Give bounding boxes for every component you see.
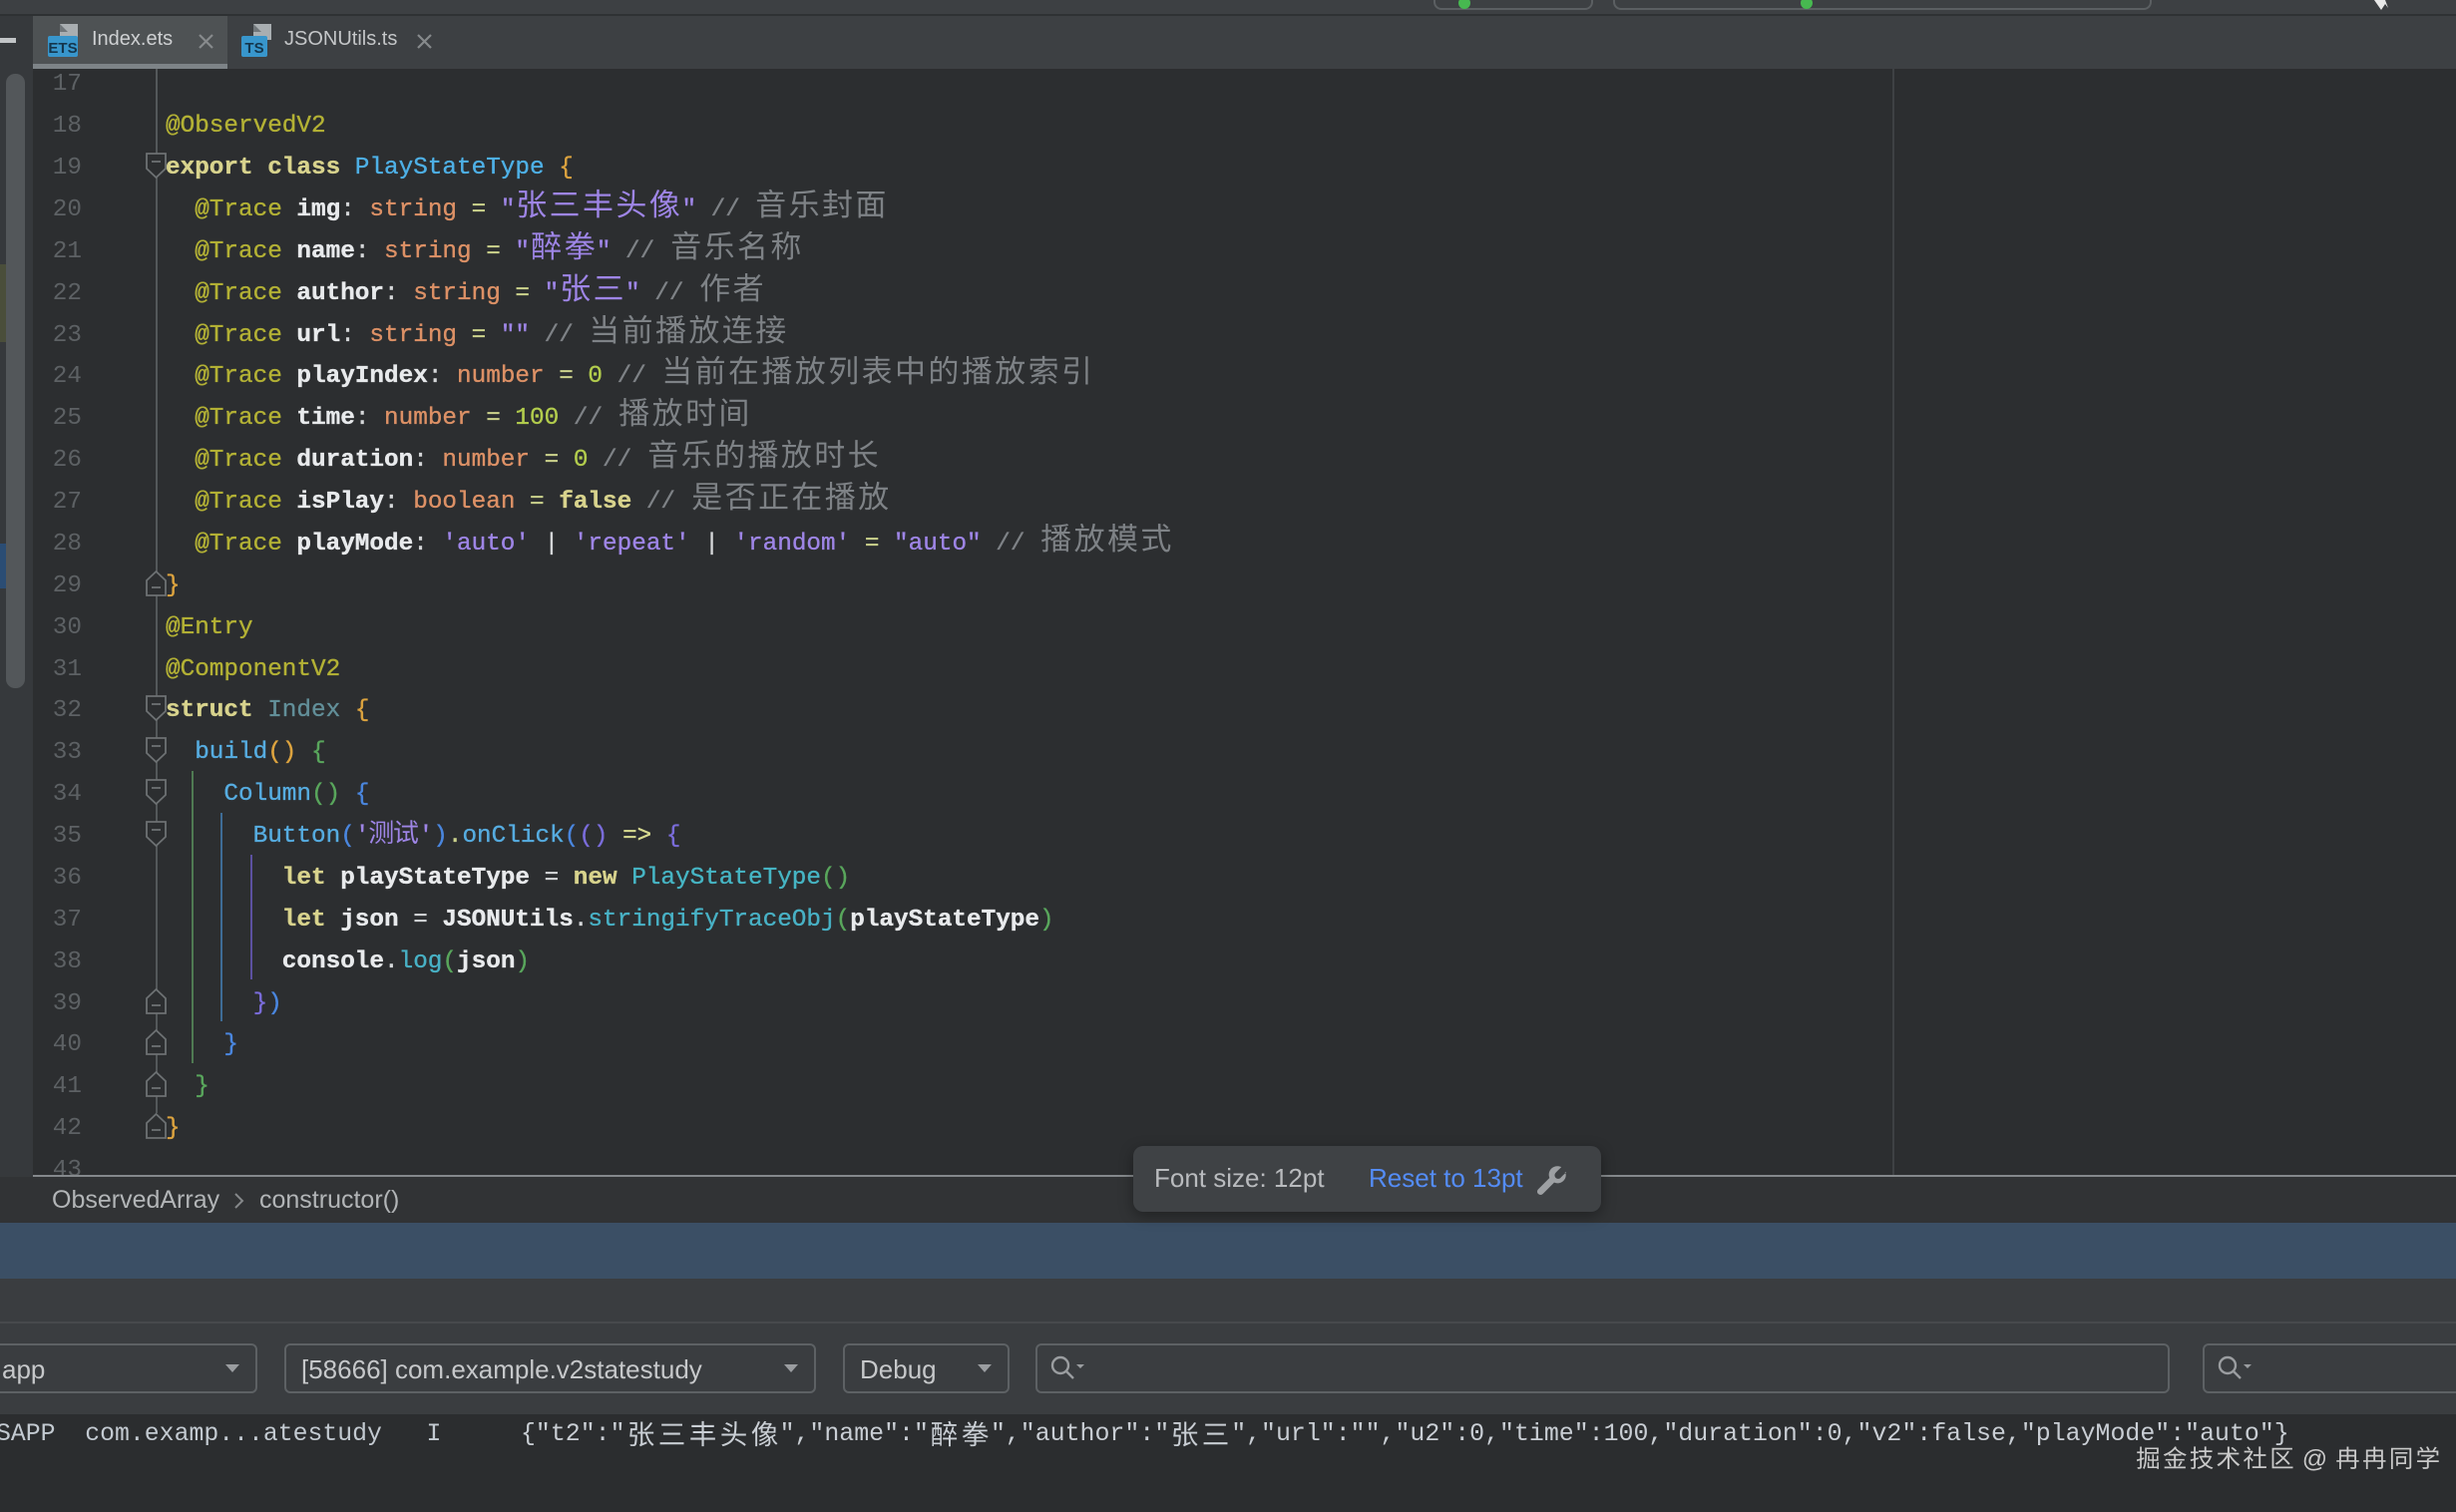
svg-text:ETS: ETS xyxy=(48,40,77,57)
svg-text:TS: TS xyxy=(244,40,263,57)
